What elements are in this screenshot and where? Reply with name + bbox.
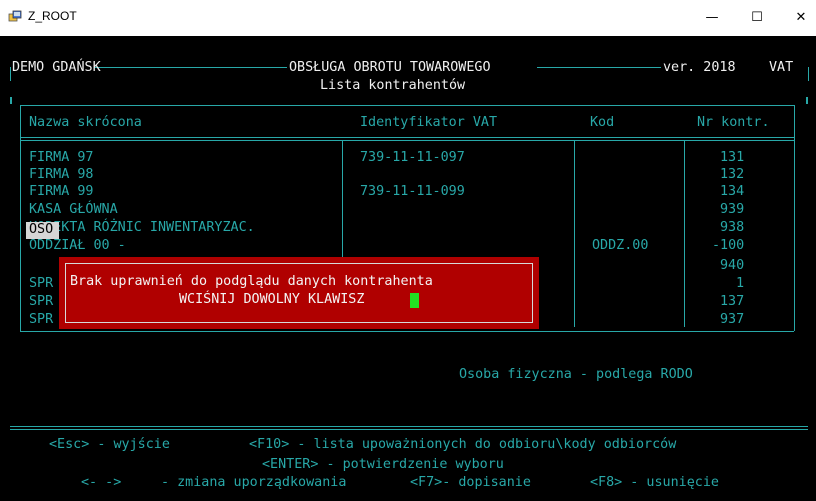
hint-arrows: <- ->: [81, 475, 122, 490]
column-divider-3: [684, 141, 685, 327]
row-name: FIRMA 99: [29, 184, 94, 199]
row-vat: 739-11-11-099: [360, 184, 465, 199]
table-bottom-border: [20, 331, 794, 332]
hint-f7: <F7>- dopisanie: [410, 475, 531, 490]
footer-separator: [10, 426, 808, 427]
frame-top-line-1: [94, 67, 287, 68]
maximize-button[interactable]: ☐: [742, 6, 772, 30]
module-title: OBSŁUGA OBROTU TOWAROWEGO: [289, 60, 491, 75]
vat-label: VAT: [769, 60, 794, 75]
row-nr: -100: [712, 238, 745, 253]
company-name: DEMO GDAŃSK: [12, 60, 101, 75]
table-right-border: [794, 105, 795, 331]
frame-top-line-2: [537, 67, 661, 68]
version-label: ver. 2018: [663, 60, 736, 75]
row-name: KASA GŁÓWNA: [29, 202, 118, 217]
error-dialog[interactable]: Brak uprawnień do podglądu danych kontra…: [59, 257, 539, 329]
frame-left-bottom: [10, 97, 12, 104]
hint-enter: <ENTER> - potwierdzenie wyboru: [262, 457, 504, 472]
dialog-message: Brak uprawnień do podglądu danych kontra…: [70, 274, 433, 289]
column-header-nr: Nr kontr.: [697, 115, 770, 130]
row-name: FIRMA 98: [29, 167, 94, 182]
row-name: SPR: [29, 294, 54, 309]
frame-left-top: [10, 67, 11, 81]
minimize-button[interactable]: —: [697, 6, 727, 30]
row-nr: 939: [720, 202, 745, 217]
frame-right-top: [808, 67, 809, 81]
dialog-prompt: WCIŚNIJ DOWOLNY KLAWISZ: [179, 292, 365, 307]
row-code: ODDZ.00: [592, 238, 649, 253]
rodo-note: Osoba fizyczna - podlega RODO: [459, 367, 693, 382]
app-icon: [8, 10, 22, 22]
row-nr: 132: [720, 167, 745, 182]
text-cursor: [410, 293, 419, 308]
row-name: SPR: [29, 276, 54, 291]
hint-f8: <F8> - usunięcie: [590, 475, 719, 490]
table-left-border: [20, 105, 21, 331]
row-nr: 134: [720, 184, 745, 199]
column-header-code: Kod: [590, 115, 615, 130]
list-title: Lista kontrahentów: [320, 78, 466, 93]
row-nr: 137: [720, 294, 745, 309]
column-header-vat: Identyfikator VAT: [360, 115, 498, 130]
table-header-separator-2: [20, 140, 794, 141]
column-divider-2: [574, 141, 575, 327]
row-vat: 739-11-11-097: [360, 150, 465, 165]
close-button[interactable]: ✕: [786, 6, 816, 30]
table-header-separator: [20, 137, 794, 138]
row-name: SPR: [29, 312, 54, 327]
hint-f10: <F10> - lista upoważnionych do odbioru\k…: [249, 437, 677, 452]
row-name: ODDZIAŁ 00 -: [29, 238, 126, 253]
frame-right-bottom: [806, 97, 808, 104]
row-nr: 940: [720, 258, 745, 273]
footer-separator-2: [10, 429, 808, 430]
row-name: FIRMA 97: [29, 150, 94, 165]
row-nr: 938: [720, 220, 745, 235]
window-titlebar: Z_ROOT — ☐ ✕: [0, 0, 816, 36]
row-name: KOREKTA RÓŻNIC INWENTARYZAC.: [29, 220, 255, 235]
row-name-selected: OSO: [26, 222, 59, 239]
row-nr: 1: [736, 276, 745, 291]
row-nr: 131: [720, 150, 745, 165]
row-nr: 937: [720, 312, 745, 327]
table-top-border: [20, 105, 794, 106]
column-header-name: Nazwa skrócona: [29, 115, 142, 130]
hint-escape: <Esc> - wyjście: [49, 437, 170, 452]
window-title: Z_ROOT: [28, 9, 77, 23]
hint-sort: - zmiana uporządkowania: [161, 475, 347, 490]
